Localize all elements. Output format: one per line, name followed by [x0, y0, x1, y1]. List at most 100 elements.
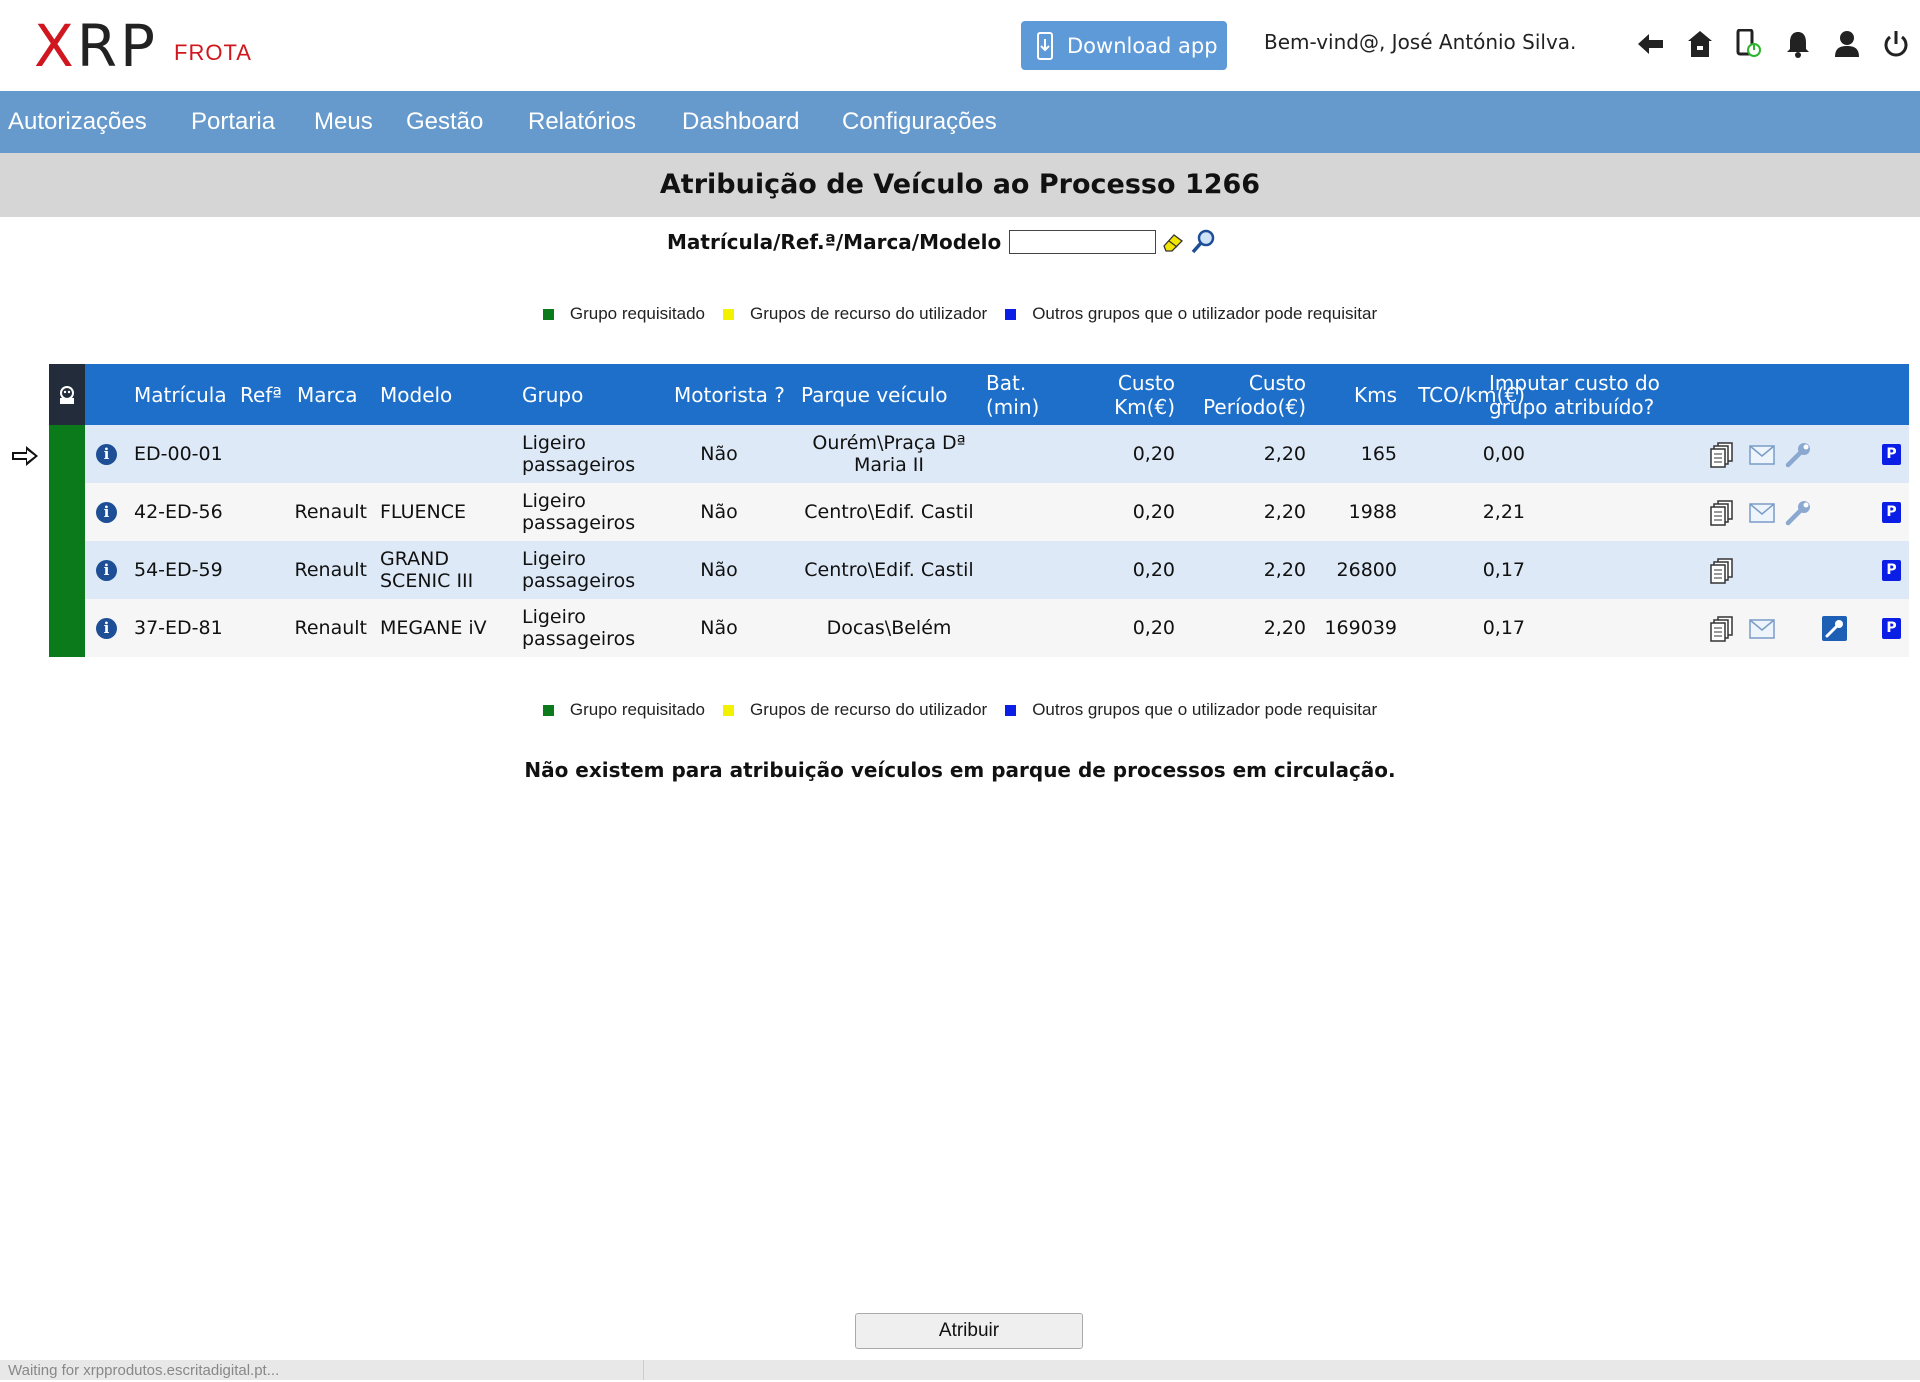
header-marca: Marca	[297, 383, 358, 407]
cell-parque: Centro\Edif. Castil	[804, 559, 974, 581]
device-power-icon[interactable]	[1724, 24, 1773, 64]
cell-grupo: Ligeiro passageiros	[522, 606, 636, 650]
email-icon[interactable]	[1749, 503, 1775, 528]
header-motorista: Motorista ?	[674, 383, 785, 407]
cell-custo-periodo: 2,20	[1263, 559, 1306, 581]
header-matricula: Matrícula	[134, 383, 227, 407]
cell-marca: Renault	[294, 559, 368, 581]
park-icon[interactable]: P	[1882, 502, 1901, 523]
info-icon[interactable]: i	[96, 560, 117, 581]
documents-icon[interactable]	[1710, 500, 1734, 531]
header-imputar: Imputar custo do grupo atribuído?	[1489, 371, 1660, 419]
cell-custo-periodo: 2,20	[1263, 501, 1306, 523]
documents-icon[interactable]	[1710, 442, 1734, 473]
header-bat: Bat. (min)	[986, 371, 1040, 419]
header-ref: Refª	[240, 383, 282, 407]
legend-item: Outros grupos que o utilizador pode requ…	[1005, 700, 1377, 720]
cell-modelo: FLUENCE	[380, 501, 466, 523]
nav-item-relatorios[interactable]: Relatórios	[528, 91, 636, 153]
search-input[interactable]	[1009, 230, 1157, 254]
group-color-bar	[49, 483, 85, 541]
selected-row-arrow-icon	[11, 444, 39, 472]
logo-subtitle: FROTA	[174, 40, 252, 65]
legend-item: Grupo requisitado	[542, 700, 705, 720]
email-icon[interactable]	[1749, 445, 1775, 470]
legend-bottom: Grupo requisitado Grupos de recurso do u…	[0, 700, 1920, 720]
cell-modelo: GRAND SCENIC III	[380, 548, 474, 592]
cell-motorista: Não	[700, 617, 738, 639]
nav-item-portaria[interactable]: Portaria	[191, 91, 275, 153]
assign-button[interactable]: Atribuir	[855, 1313, 1083, 1349]
table-row[interactable]: i 42-ED-56 Renault FLUENCE Ligeiro passag…	[49, 483, 1909, 541]
app-header: XRP FROTA Download app Bem-vind@, José A…	[0, 0, 1920, 91]
cell-tco: 0,17	[1482, 617, 1525, 639]
cell-motorista: Não	[700, 559, 738, 581]
header-modelo: Modelo	[380, 383, 453, 407]
nav-item-gestao[interactable]: Gestão	[406, 91, 483, 153]
logo-mark: XRP	[34, 12, 159, 80]
cell-matricula: 42-ED-56	[134, 501, 223, 523]
table-row[interactable]: i 37-ED-81 Renault MEGANE iV Ligeiro pass…	[49, 599, 1909, 657]
cell-tco: 0,17	[1482, 559, 1525, 581]
legend-item: Outros grupos que o utilizador pode requ…	[1005, 304, 1377, 324]
table-row[interactable]: i ED-00-01 Ligeiro passageiros Não Ourém\…	[49, 425, 1909, 483]
park-icon[interactable]: P	[1882, 618, 1901, 639]
table-row[interactable]: i 54-ED-59 Renault GRAND SCENIC III Ligei…	[49, 541, 1909, 599]
nav-item-autorizacoes[interactable]: Autorizações	[8, 91, 147, 153]
search-label: Matrícula/Ref.ª/Marca/Modelo	[667, 230, 1002, 254]
status-text: Waiting for xrpprodutos.escritadigital.p…	[8, 1362, 280, 1379]
header-parque: Parque veículo	[801, 383, 948, 407]
user-icon[interactable]	[1822, 24, 1871, 64]
documents-icon[interactable]	[1710, 616, 1734, 647]
cell-marca: Renault	[294, 501, 368, 523]
search-bar: Matrícula/Ref.ª/Marca/Modelo	[667, 229, 1216, 255]
legend-item: Grupos de recurso do utilizador	[723, 700, 987, 720]
cell-tco: 2,21	[1482, 501, 1525, 523]
info-icon[interactable]: i	[96, 502, 117, 523]
search-icon[interactable]	[1190, 229, 1216, 255]
legend-swatch	[1005, 308, 1017, 320]
wrench-icon[interactable]	[1785, 442, 1811, 473]
no-vehicles-message: Não existem para atribuição veículos em …	[524, 758, 1396, 782]
wrench-icon[interactable]	[1785, 500, 1811, 531]
home-icon[interactable]	[1675, 24, 1724, 64]
download-app-button[interactable]: Download app	[1021, 21, 1227, 70]
info-icon[interactable]: i	[96, 444, 117, 465]
nav-item-dashboard[interactable]: Dashboard	[682, 91, 799, 153]
cell-tco: 0,00	[1482, 443, 1525, 465]
download-app-label: Download app	[1067, 33, 1218, 58]
bell-icon[interactable]	[1773, 24, 1822, 64]
app-logo[interactable]: XRP FROTA	[34, 16, 252, 76]
legend-item: Grupo requisitado	[542, 304, 705, 324]
power-icon[interactable]	[1871, 24, 1920, 64]
park-icon[interactable]: P	[1882, 560, 1901, 581]
cell-parque: Centro\Edif. Castil	[804, 501, 974, 523]
legend-swatch	[542, 704, 554, 716]
cell-grupo: Ligeiro passageiros	[522, 548, 636, 592]
phone-download-icon	[1037, 31, 1053, 60]
info-icon[interactable]: i	[96, 618, 117, 639]
legend-top: Grupo requisitado Grupos de recurso do u…	[0, 304, 1920, 324]
back-arrow-icon[interactable]	[1626, 24, 1675, 64]
cell-motorista: Não	[700, 501, 738, 523]
nav-item-meus[interactable]: Meus	[314, 91, 373, 153]
eraser-icon[interactable]	[1162, 232, 1184, 252]
documents-icon[interactable]	[1710, 558, 1734, 589]
park-icon[interactable]: P	[1882, 444, 1901, 465]
legend-swatch	[723, 704, 734, 716]
maintenance-active-icon[interactable]	[1822, 616, 1847, 646]
cell-matricula: ED-00-01	[134, 443, 223, 465]
cell-motorista: Não	[700, 443, 738, 465]
cell-matricula: 54-ED-59	[134, 559, 223, 581]
cell-matricula: 37-ED-81	[134, 617, 223, 639]
group-color-bar	[49, 599, 85, 657]
cell-parque: Docas\Belém	[826, 617, 952, 639]
cell-grupo: Ligeiro passageiros	[522, 490, 636, 534]
nav-item-configuracoes[interactable]: Configurações	[842, 91, 997, 153]
legend-swatch	[723, 308, 734, 320]
header-grupo: Grupo	[522, 383, 584, 407]
cell-custo-periodo: 2,20	[1263, 443, 1306, 465]
cell-custo-periodo: 2,20	[1263, 617, 1306, 639]
group-color-bar	[49, 425, 85, 483]
email-icon[interactable]	[1749, 619, 1775, 644]
